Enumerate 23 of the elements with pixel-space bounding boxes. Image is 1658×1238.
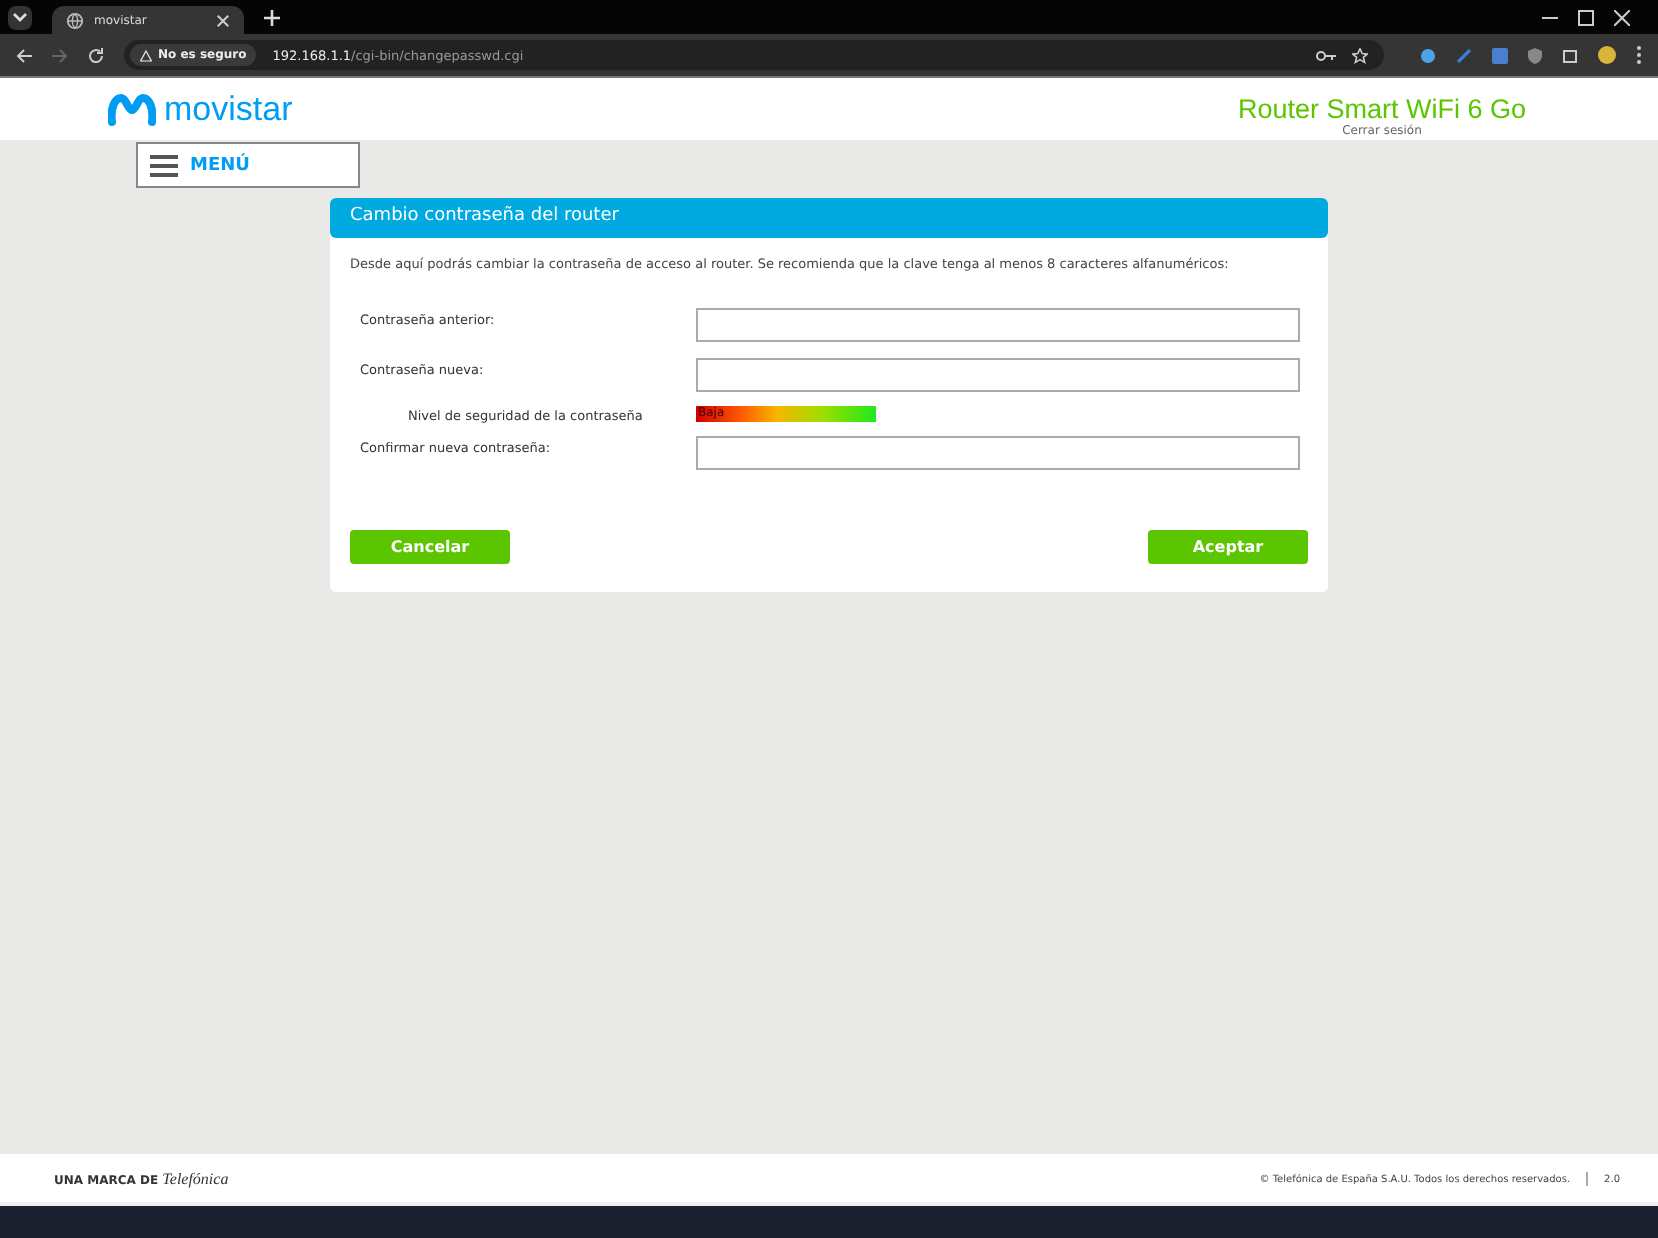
star-icon[interactable] (1352, 47, 1368, 63)
back-icon[interactable] (16, 47, 32, 63)
globe-icon (66, 11, 84, 29)
more-icon[interactable] (1636, 46, 1642, 64)
product-title: Router Smart WiFi 6 Go (1237, 95, 1526, 124)
new-tab-icon[interactable] (264, 9, 280, 25)
reload-icon[interactable] (88, 47, 104, 63)
logo-icon (108, 93, 156, 125)
pen-icon[interactable] (1456, 47, 1472, 63)
shield-icon[interactable] (1528, 47, 1542, 63)
warning-icon (140, 49, 152, 61)
tab-list-icon[interactable] (8, 5, 32, 29)
password-field[interactable] (696, 358, 1300, 393)
brand-name: movistar (164, 89, 293, 129)
menu-icon (150, 153, 178, 177)
password-field[interactable] (696, 308, 1300, 343)
close-icon[interactable] (216, 13, 230, 27)
key-icon[interactable] (1316, 49, 1336, 61)
password-field[interactable] (696, 436, 1300, 471)
avatar-icon[interactable] (1598, 46, 1616, 64)
maximize-icon[interactable] (1578, 9, 1594, 25)
panel-title: Cambio contraseña del router (330, 198, 1328, 238)
close-icon[interactable] (1614, 9, 1630, 25)
